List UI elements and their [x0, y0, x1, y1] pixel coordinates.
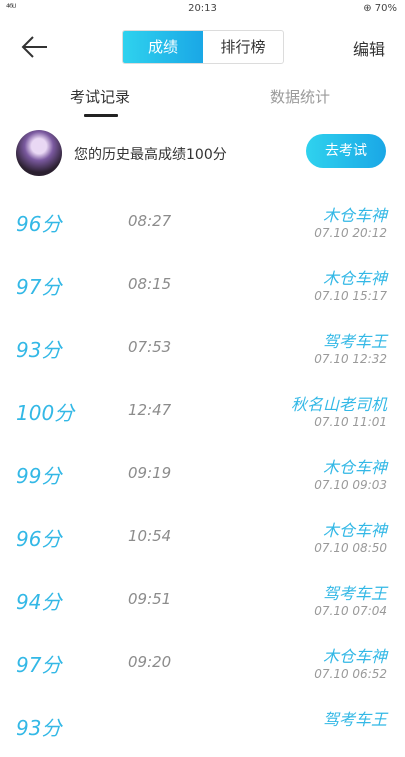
edit-button[interactable]: 编辑 [353, 36, 385, 60]
tab-ranking[interactable]: 排行榜 [203, 31, 283, 63]
go-exam-button[interactable]: 去考试 [306, 134, 386, 168]
record-date: 07.10 11:01 [314, 415, 387, 429]
record-title: 木仓车神 [322, 458, 387, 477]
record-title: 驾考车王 [322, 332, 387, 351]
list-item[interactable]: 93分 07:53 驾考车王 07.10 12:32 [0, 316, 405, 379]
list-item[interactable]: 96分 08:27 木仓车神 07.10 20:12 [0, 190, 405, 253]
record-duration: 08:27 [128, 212, 172, 230]
tab-data-stats[interactable]: 数据统计 [270, 86, 330, 107]
arrow-left-icon [21, 36, 47, 58]
tab-score[interactable]: 成绩 [123, 31, 203, 63]
record-date: 07.10 08:50 [314, 541, 387, 555]
top-nav-bar: 成绩 排行榜 编辑 [0, 22, 405, 72]
record-score: 99分 [16, 464, 62, 488]
avatar [16, 130, 62, 176]
list-item[interactable]: 94分 09:51 驾考车王 07.10 07:04 [0, 568, 405, 631]
record-title: 驾考车王 [322, 710, 387, 729]
record-score: 97分 [16, 653, 62, 677]
record-date: 07.10 20:12 [314, 226, 387, 240]
segmented-control: 成绩 排行榜 [122, 30, 284, 64]
sub-tabs: 考试记录 数据统计 [0, 80, 405, 118]
record-title: 驾考车王 [322, 584, 387, 603]
battery-indicator: ⊕ 70% [363, 3, 397, 14]
record-score: 96分 [16, 527, 62, 551]
record-title: 木仓车神 [322, 521, 387, 540]
best-score-banner: 您的历史最高成绩100分 去考试 [0, 124, 405, 184]
record-date: 07.10 09:03 [314, 478, 387, 492]
record-duration: 10:54 [128, 527, 172, 545]
record-duration: 09:20 [128, 653, 172, 671]
record-score: 93分 [16, 338, 62, 362]
list-item[interactable]: 97分 08:15 木仓车神 07.10 15:17 [0, 253, 405, 316]
list-item[interactable]: 100分 12:47 秋名山老司机 07.10 11:01 [0, 379, 405, 442]
record-title: 木仓车神 [322, 206, 387, 225]
record-score: 97分 [16, 275, 62, 299]
record-score: 100分 [16, 401, 75, 425]
exam-record-list: 96分 08:27 木仓车神 07.10 20:12 97分 08:15 木仓车神 07.10… [0, 190, 405, 757]
record-duration: 07:53 [128, 338, 172, 356]
record-date: 07.10 15:17 [314, 289, 387, 303]
list-item[interactable]: 93分 驾考车王 [0, 694, 405, 757]
list-item[interactable]: 96分 10:54 木仓车神 07.10 08:50 [0, 505, 405, 568]
tab-exam-records[interactable]: 考试记录 [70, 86, 130, 107]
record-duration: 09:51 [128, 590, 172, 608]
record-duration: 09:19 [128, 464, 172, 482]
record-score: 94分 [16, 590, 62, 614]
record-duration: 08:15 [128, 275, 172, 293]
status-bar: ⁴⁶ᴸᴵ 20:13 ⊕ 70% [0, 0, 405, 20]
list-item[interactable]: 99分 09:19 木仓车神 07.10 09:03 [0, 442, 405, 505]
status-time: 20:13 [188, 3, 217, 14]
list-item[interactable]: 97分 09:20 木仓车神 07.10 06:52 [0, 631, 405, 694]
record-date: 07.10 07:04 [314, 604, 387, 618]
record-title: 木仓车神 [322, 269, 387, 288]
record-score: 93分 [16, 716, 62, 740]
record-score: 96分 [16, 212, 62, 236]
record-title: 木仓车神 [322, 647, 387, 666]
back-button[interactable] [20, 34, 50, 60]
record-date: 07.10 06:52 [314, 667, 387, 681]
record-duration: 12:47 [128, 401, 172, 419]
record-title: 秋名山老司机 [290, 395, 387, 414]
active-tab-indicator [84, 114, 118, 117]
best-score-text: 您的历史最高成绩100分 [74, 147, 227, 163]
record-date: 07.10 12:32 [314, 352, 387, 366]
